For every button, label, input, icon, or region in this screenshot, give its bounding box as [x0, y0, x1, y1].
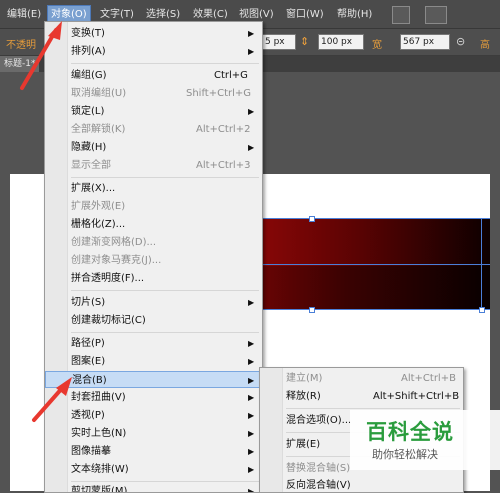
annotation-arrow-object-menu [20, 21, 62, 90]
annotation-arrow-blend-item [32, 377, 72, 422]
annotation-arrows [20, 21, 72, 422]
